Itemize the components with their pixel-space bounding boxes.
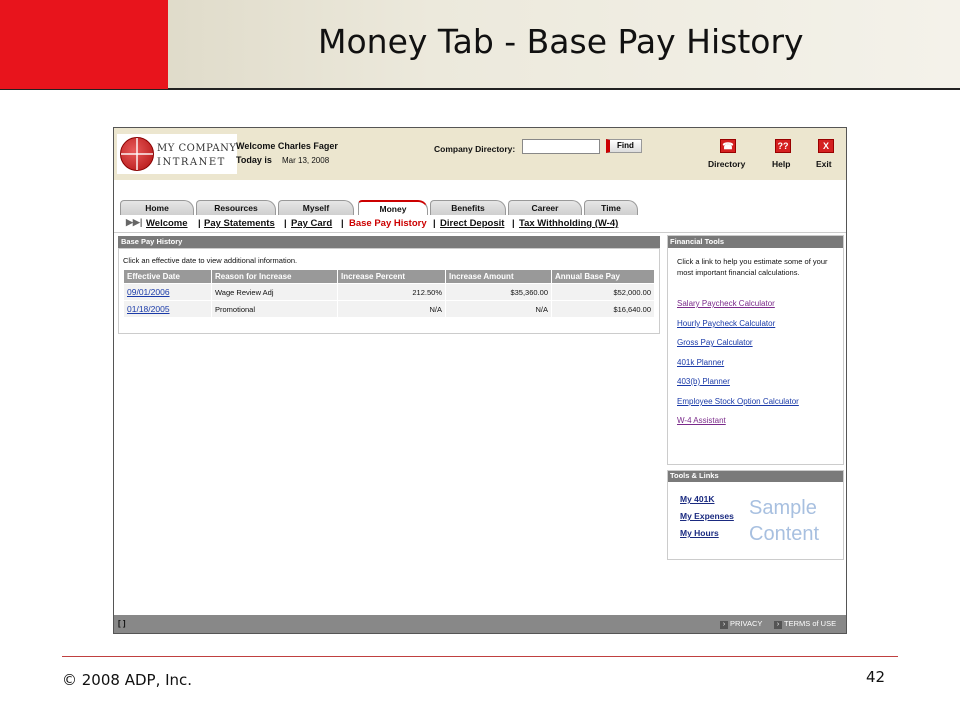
sample-content-watermark: Sample Content — [749, 495, 819, 547]
tab-time[interactable]: Time — [584, 200, 638, 215]
find-button[interactable]: Find — [606, 139, 642, 153]
globe-icon — [120, 137, 154, 171]
base-pay-hint: Click an effective date to view addition… — [123, 256, 298, 265]
footer-bracket: [ ] — [118, 619, 126, 628]
table-row: 09/01/2006 Wage Review Adj 212.50% $35,3… — [123, 283, 655, 301]
tab-money[interactable]: Money — [358, 200, 428, 215]
subnav-separator: | — [284, 218, 287, 229]
w4-assistant-link[interactable]: W-4 Assistant — [677, 416, 726, 425]
help-icon[interactable]: ?? — [775, 139, 791, 153]
directory-button[interactable]: Directory — [708, 159, 745, 169]
table-cell: 212.50% — [337, 283, 446, 301]
financial-tools-intro: Click a link to help you estimate some o… — [677, 257, 828, 277]
subnav-pay-card[interactable]: Pay Card — [291, 218, 332, 229]
gross-pay-calculator-link[interactable]: Gross Pay Calculator — [677, 338, 753, 347]
slide-title: Money Tab - Base Pay History — [318, 22, 804, 61]
my-expenses-link[interactable]: My Expenses — [680, 511, 734, 521]
tab-career[interactable]: Career — [508, 200, 582, 215]
watermark-line1: Sample — [749, 497, 817, 519]
slide-header: Money Tab - Base Pay History — [0, 0, 960, 90]
subnav-welcome[interactable]: Welcome — [146, 218, 188, 229]
sub-navigation: ▶▶| Welcome | Pay Statements | Pay Card … — [114, 215, 846, 233]
help-button[interactable]: Help — [772, 159, 790, 169]
subnav-direct-deposit[interactable]: Direct Deposit — [440, 218, 504, 229]
column-header[interactable]: Annual Base Pay — [551, 269, 655, 284]
privacy-label: PRIVACY — [730, 619, 763, 628]
intranet-footer-bar: [ ] › PRIVACY › TERMS of USE — [114, 615, 846, 633]
table-cell: N/A — [337, 300, 446, 318]
subnav-pay-statements[interactable]: Pay Statements — [204, 218, 275, 229]
subnav-arrows-icon[interactable]: ▶▶| — [126, 217, 142, 229]
company-directory-input[interactable] — [522, 139, 600, 154]
effective-date-link[interactable]: 09/01/2006 — [123, 283, 212, 301]
logo-line2: INTRANET — [157, 157, 226, 168]
copyright-text: © 2008 ADP, Inc. — [62, 671, 193, 689]
company-directory-label: Company Directory: — [434, 144, 516, 154]
column-header[interactable]: Increase Percent — [337, 269, 446, 284]
salary-paycheck-calculator-link[interactable]: Salary Paycheck Calculator — [677, 299, 775, 308]
company-logo[interactable]: MY COMPANY INTRANET — [117, 134, 237, 174]
table-cell: Promotional — [211, 300, 338, 318]
my-hours-link[interactable]: My Hours — [680, 528, 719, 538]
intranet-screenshot: MY COMPANY INTRANET Welcome Charles Fage… — [113, 127, 847, 634]
subnav-separator: | — [433, 218, 436, 229]
subnav-separator: | — [512, 218, 515, 229]
base-pay-history-heading: Base Pay History — [118, 236, 660, 248]
table-cell: N/A — [445, 300, 552, 318]
logo-line1: MY COMPANY — [157, 143, 237, 154]
my-401k-link[interactable]: My 401K — [680, 494, 715, 504]
hourly-paycheck-calculator-link[interactable]: Hourly Paycheck Calculator — [677, 319, 775, 328]
tab-resources[interactable]: Resources — [196, 200, 276, 215]
table-cell: Wage Review Adj — [211, 283, 338, 301]
column-header[interactable]: Increase Amount — [445, 269, 552, 284]
tab-myself[interactable]: Myself — [278, 200, 354, 215]
subnav-separator: | — [341, 218, 344, 229]
exit-icon[interactable]: X — [818, 139, 834, 153]
arrow-icon: › — [720, 621, 728, 629]
red-accent-block — [0, 0, 168, 89]
column-header[interactable]: Reason for Increase — [211, 269, 338, 284]
base-pay-table: Effective Date Reason for Increase Incre… — [123, 269, 655, 318]
tab-home[interactable]: Home — [120, 200, 194, 215]
footer-divider — [62, 656, 898, 657]
main-tabs: Home Resources Myself Money Benefits Car… — [114, 180, 846, 215]
column-header[interactable]: Effective Date — [123, 269, 212, 284]
table-cell: $35,360.00 — [445, 283, 552, 301]
intranet-top-bar: MY COMPANY INTRANET Welcome Charles Fage… — [114, 128, 846, 180]
arrow-icon: › — [774, 621, 782, 629]
401k-planner-link[interactable]: 401k Planner — [677, 358, 724, 367]
subnav-base-pay-history[interactable]: Base Pay History — [349, 218, 427, 229]
terms-label: TERMS of USE — [784, 619, 837, 628]
privacy-link[interactable]: › PRIVACY — [720, 619, 762, 629]
tab-benefits[interactable]: Benefits — [430, 200, 506, 215]
effective-date-link[interactable]: 01/18/2005 — [123, 300, 212, 318]
subnav-separator: | — [198, 218, 201, 229]
subnav-tax-withholding[interactable]: Tax Withholding (W-4) — [519, 218, 618, 229]
table-cell: $16,640.00 — [551, 300, 655, 318]
today-date: Mar 13, 2008 — [282, 156, 330, 165]
table-cell: $52,000.00 — [551, 283, 655, 301]
watermark-line2: Content — [749, 523, 820, 545]
page-number: 42 — [866, 668, 886, 686]
today-label: Today is — [236, 155, 272, 165]
welcome-text: Welcome Charles Fager — [236, 141, 338, 151]
exit-button[interactable]: Exit — [816, 159, 832, 169]
table-row: 01/18/2005 Promotional N/A N/A $16,640.0… — [123, 300, 655, 318]
terms-link[interactable]: › TERMS of USE — [774, 619, 836, 629]
403b-planner-link[interactable]: 403(b) Planner — [677, 377, 730, 386]
employee-stock-option-calculator-link[interactable]: Employee Stock Option Calculator — [677, 397, 799, 406]
table-header-row: Effective Date Reason for Increase Incre… — [123, 269, 655, 284]
phone-icon[interactable]: ☎ — [720, 139, 736, 153]
